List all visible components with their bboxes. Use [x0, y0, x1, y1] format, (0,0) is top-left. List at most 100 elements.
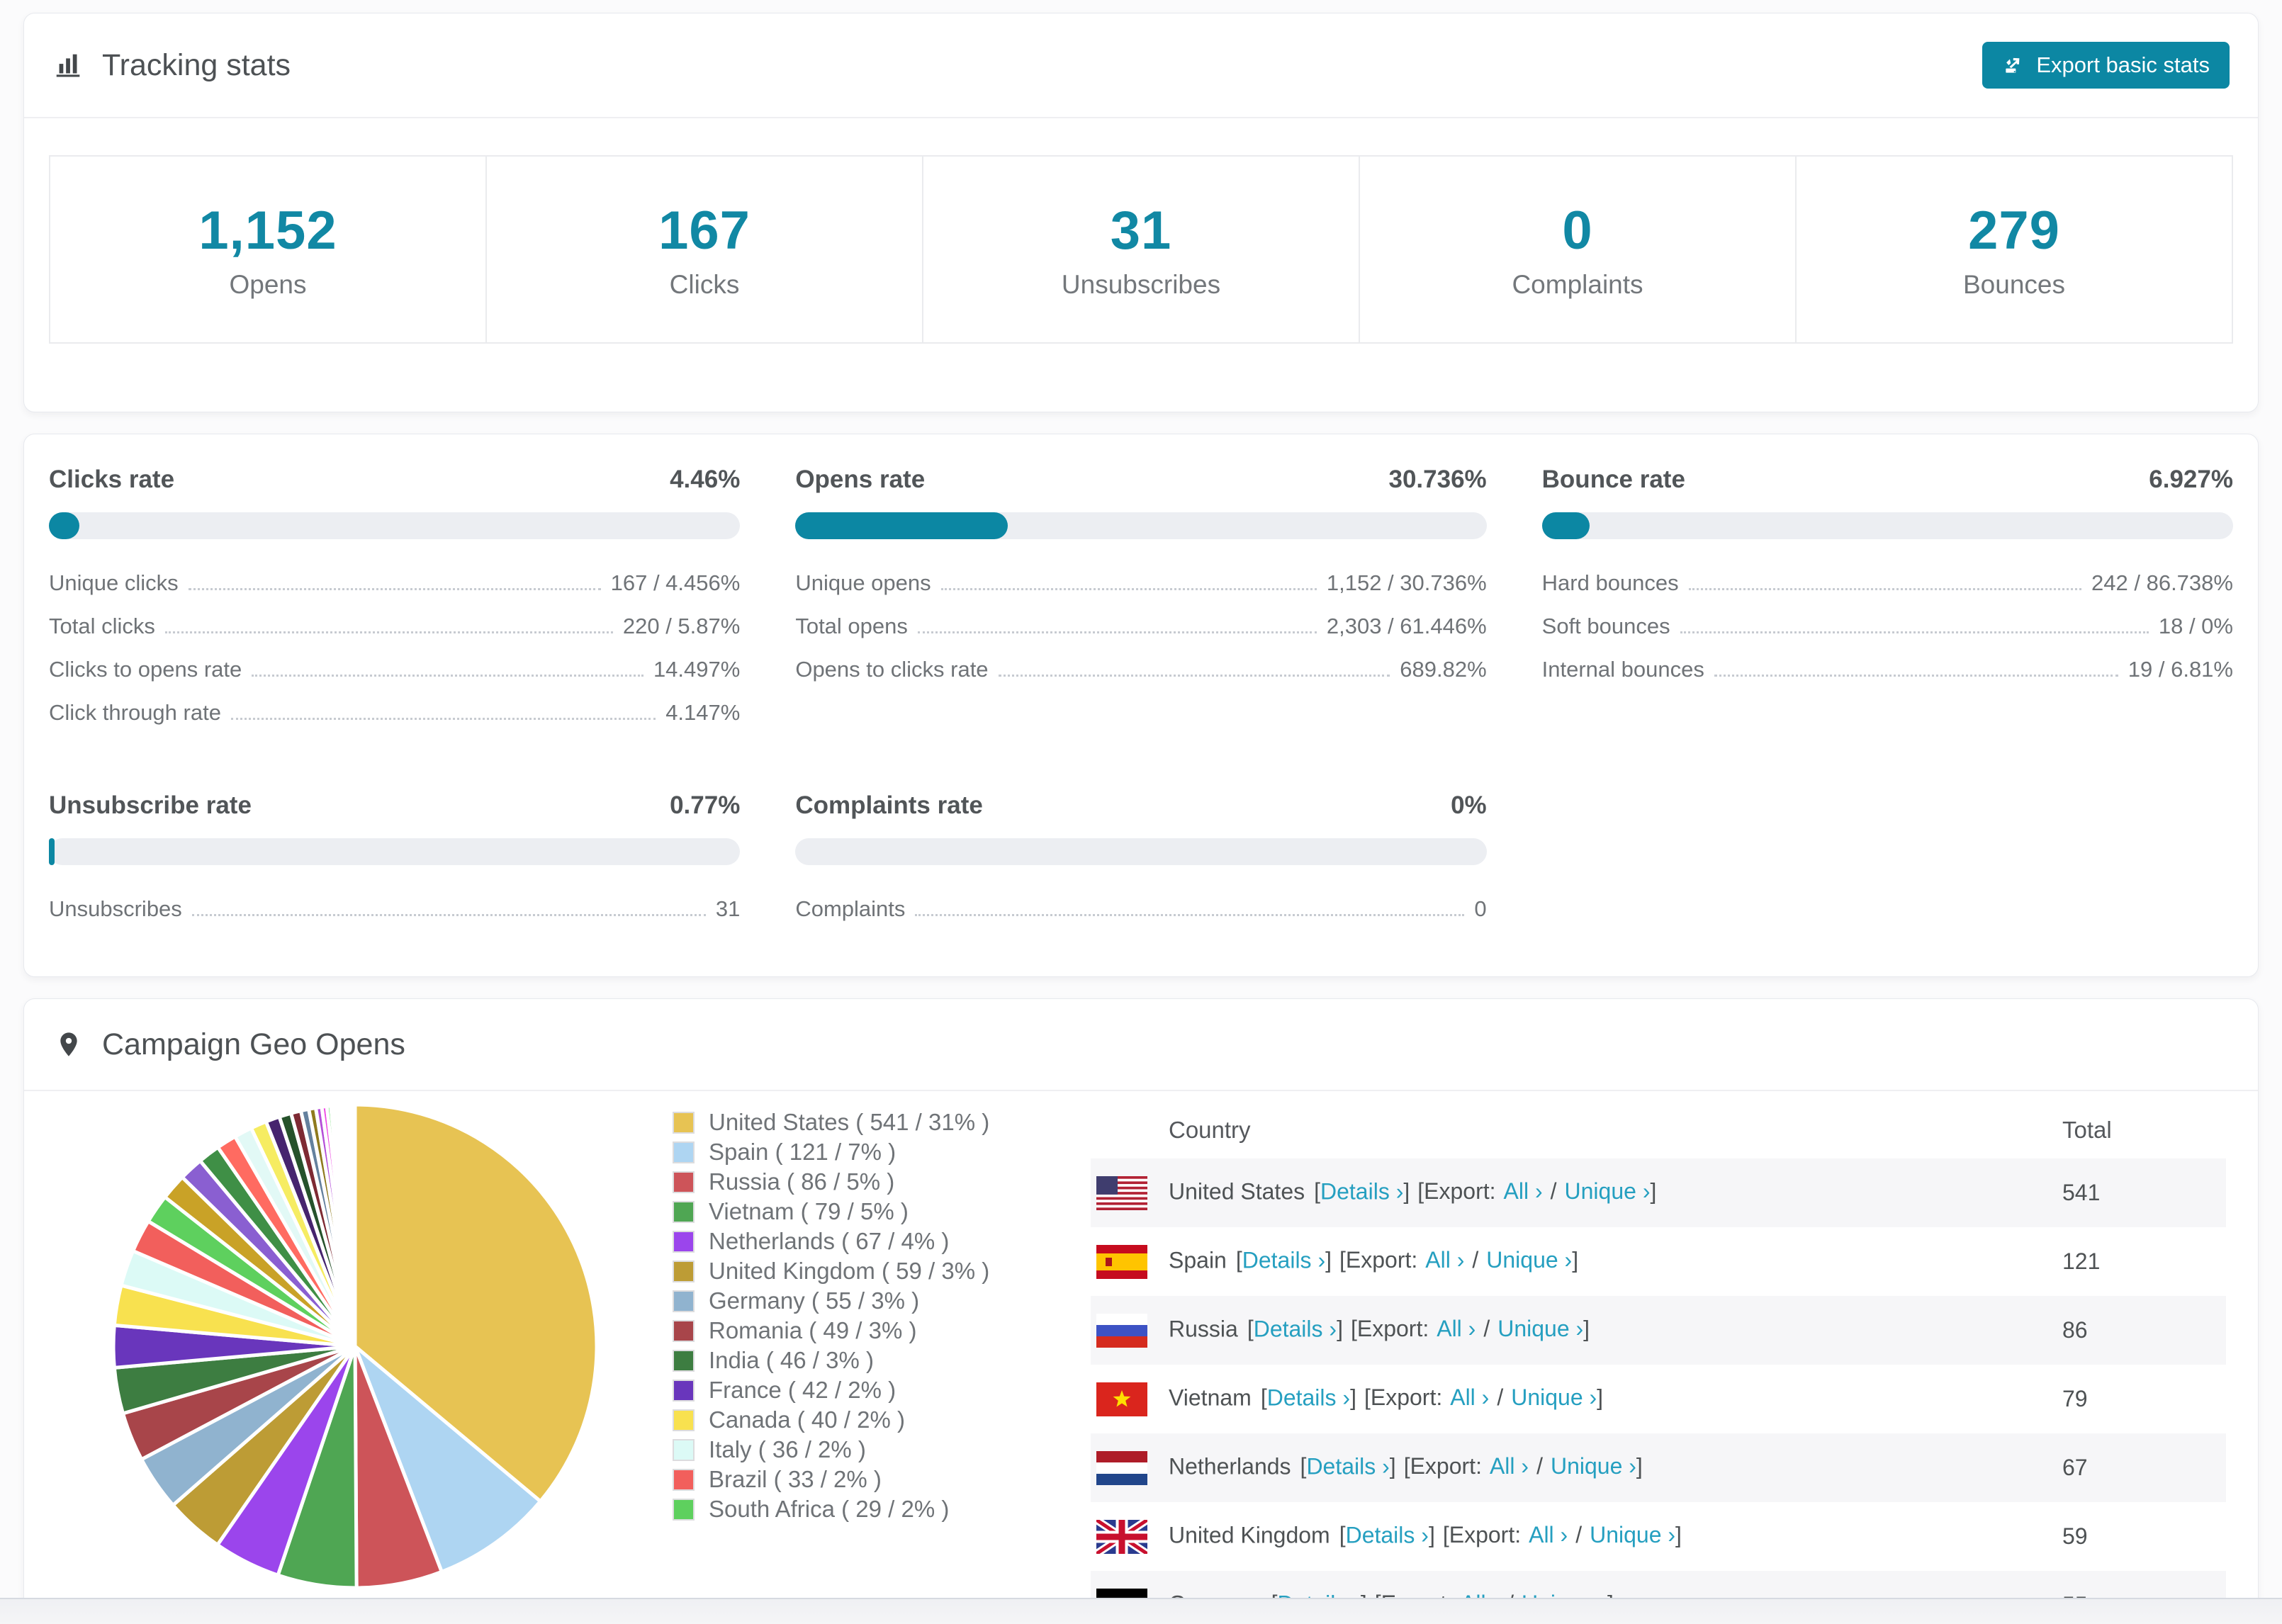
rate-detail-row: Total clicks 220 / 5.87% [49, 614, 740, 639]
rate-detail-row: Complaints 0 [795, 896, 1486, 922]
stats-row: 1,152 Opens 167 Clicks 31 Unsubscribes 0… [49, 155, 2233, 344]
rate-detail-value: 2,303 / 61.446% [1326, 614, 1487, 638]
legend-item: Netherlands ( 67 / 4% ) [673, 1227, 1069, 1256]
legend-label: Italy ( 36 / 2% ) [709, 1436, 866, 1462]
legend-item: United States ( 541 / 31% ) [673, 1107, 1069, 1137]
export-prefix: [Export: [1403, 1453, 1482, 1479]
legend-swatch [673, 1468, 695, 1491]
rate-detail-value: 4.147% [665, 700, 741, 725]
export-all-link[interactable]: All › [1490, 1453, 1529, 1479]
stat-value: 279 [1968, 200, 2060, 261]
dotted-leader [940, 588, 1317, 590]
rate-detail-label: Soft bounces [1541, 614, 1670, 638]
legend-label: Canada ( 40 / 2% ) [709, 1406, 905, 1433]
rate-detail-row: Hard bounces 242 / 86.738% [1542, 570, 2233, 596]
export-unique-link[interactable]: Unique › [1511, 1385, 1597, 1410]
export-basic-stats-button[interactable]: Export basic stats [1982, 42, 2230, 89]
export-all-link[interactable]: All › [1437, 1316, 1476, 1341]
legend-swatch [673, 1379, 695, 1402]
export-all-link[interactable]: All › [1529, 1522, 1568, 1547]
export-all-link[interactable]: All › [1425, 1247, 1464, 1273]
rate-block: Clicks rate 4.46% Unique clicks 167 / 4.… [49, 466, 741, 743]
rate-detail-row: Unique clicks 167 / 4.456% [49, 570, 740, 596]
bracket: [ [1260, 1384, 1267, 1410]
rate-title: Opens rate [795, 466, 926, 493]
country-total: 541 [2062, 1180, 2101, 1205]
bracket: ] [1403, 1178, 1410, 1204]
bracket: [ [1247, 1315, 1254, 1341]
export-all-link[interactable]: All › [1450, 1385, 1489, 1410]
geo-legend: United States ( 541 / 31% ) Spain ( 121 … [673, 1102, 1069, 1524]
legend-label: Romania ( 49 / 3% ) [709, 1317, 917, 1343]
rate-detail-row: Soft bounces 18 / 0% [1542, 614, 2233, 639]
dotted-leader [164, 631, 613, 633]
tracking-stats-header: Tracking stats Export basic stats [24, 13, 2258, 118]
flag-gb-icon [1096, 1519, 1147, 1554]
legend-item: Italy ( 36 / 2% ) [673, 1435, 1069, 1465]
rate-detail-value: 31 [715, 896, 741, 921]
stat-value: 1,152 [198, 200, 337, 261]
bracket: ] [1636, 1453, 1643, 1479]
country-name: Vietnam [1169, 1384, 1252, 1410]
flag-us-icon [1096, 1175, 1147, 1210]
legend-swatch [673, 1349, 695, 1372]
slash: / [1472, 1246, 1479, 1273]
export-unique-link[interactable]: Unique › [1486, 1247, 1572, 1273]
rate-detail-label: Click through rate [49, 700, 221, 725]
details-link[interactable]: Details › [1320, 1178, 1403, 1204]
details-link[interactable]: Details › [1267, 1385, 1350, 1410]
export-prefix: [Export: [1364, 1384, 1443, 1410]
export-prefix: [Export: [1442, 1521, 1522, 1547]
rate-detail-row: Unique opens 1,152 / 30.736% [795, 570, 1486, 596]
country-total: 59 [2062, 1523, 2088, 1549]
legend-swatch [673, 1319, 695, 1342]
export-unique-link[interactable]: Unique › [1551, 1453, 1636, 1479]
rate-detail-label: Unique clicks [49, 570, 179, 595]
rate-progress-track [795, 512, 1487, 539]
legend-item: Vietnam ( 79 / 5% ) [673, 1197, 1069, 1227]
export-button-label: Export basic stats [2036, 52, 2210, 77]
rate-detail-row: Internal bounces 19 / 6.81% [1542, 657, 2233, 682]
bracket: ] [1675, 1521, 1682, 1547]
geo-table-container: Country Total United States [Details ›] [E… [1091, 1102, 2226, 1614]
rate-block: Complaints rate 0% Complaints 0 [795, 791, 1487, 940]
legend-item: France ( 42 / 2% ) [673, 1375, 1069, 1405]
export-unique-link[interactable]: Unique › [1565, 1178, 1651, 1204]
rate-detail-label: Internal bounces [1541, 657, 1704, 682]
legend-swatch [673, 1111, 695, 1134]
rate-block: Bounce rate 6.927% Hard bounces 242 / 86… [1541, 466, 2233, 743]
geo-table-row: United States [Details ›] [Export: All › / Un… [1091, 1158, 2226, 1227]
bracket: ] [1583, 1315, 1590, 1341]
bracket: ] [1337, 1315, 1343, 1341]
stat-label: Unsubscribes [1061, 269, 1221, 299]
dotted-leader [998, 675, 1390, 677]
country-name: Netherlands [1169, 1453, 1291, 1479]
bracket: ] [1597, 1384, 1604, 1410]
bracket: ] [1650, 1178, 1657, 1204]
export-all-link[interactable]: All › [1504, 1178, 1543, 1204]
details-link[interactable]: Details › [1306, 1453, 1389, 1479]
legend-label: United Kingdom ( 59 / 3% ) [709, 1258, 990, 1284]
flag-ru-icon [1096, 1313, 1147, 1348]
dotted-leader [1688, 588, 2082, 590]
stat-label: Bounces [1963, 269, 2065, 299]
rate-detail-row: Opens to clicks rate 689.82% [795, 657, 1486, 682]
export-unique-link[interactable]: Unique › [1590, 1522, 1675, 1547]
stat-label: Clicks [669, 269, 740, 299]
stat-box: 279 Bounces [1795, 155, 2233, 344]
geo-opens-header: Campaign Geo Opens [24, 999, 2258, 1091]
export-unique-link[interactable]: Unique › [1497, 1316, 1583, 1341]
dotted-leader [1680, 631, 2149, 633]
geo-opens-card: Campaign Geo Opens United States ( 541 /… [23, 998, 2259, 1615]
legend-swatch [673, 1498, 695, 1521]
details-link[interactable]: Details › [1254, 1316, 1337, 1341]
export-prefix: [Export: [1350, 1315, 1429, 1341]
details-link[interactable]: Details › [1346, 1522, 1429, 1547]
country-name: United States [1169, 1178, 1305, 1204]
slash: / [1483, 1315, 1490, 1341]
geo-table-header-row: Country Total [1091, 1102, 2226, 1158]
details-link[interactable]: Details › [1242, 1247, 1325, 1273]
country-name: United Kingdom [1169, 1521, 1330, 1547]
rate-detail-label: Unsubscribes [49, 896, 182, 921]
total-column-header: Total [2062, 1117, 2112, 1143]
